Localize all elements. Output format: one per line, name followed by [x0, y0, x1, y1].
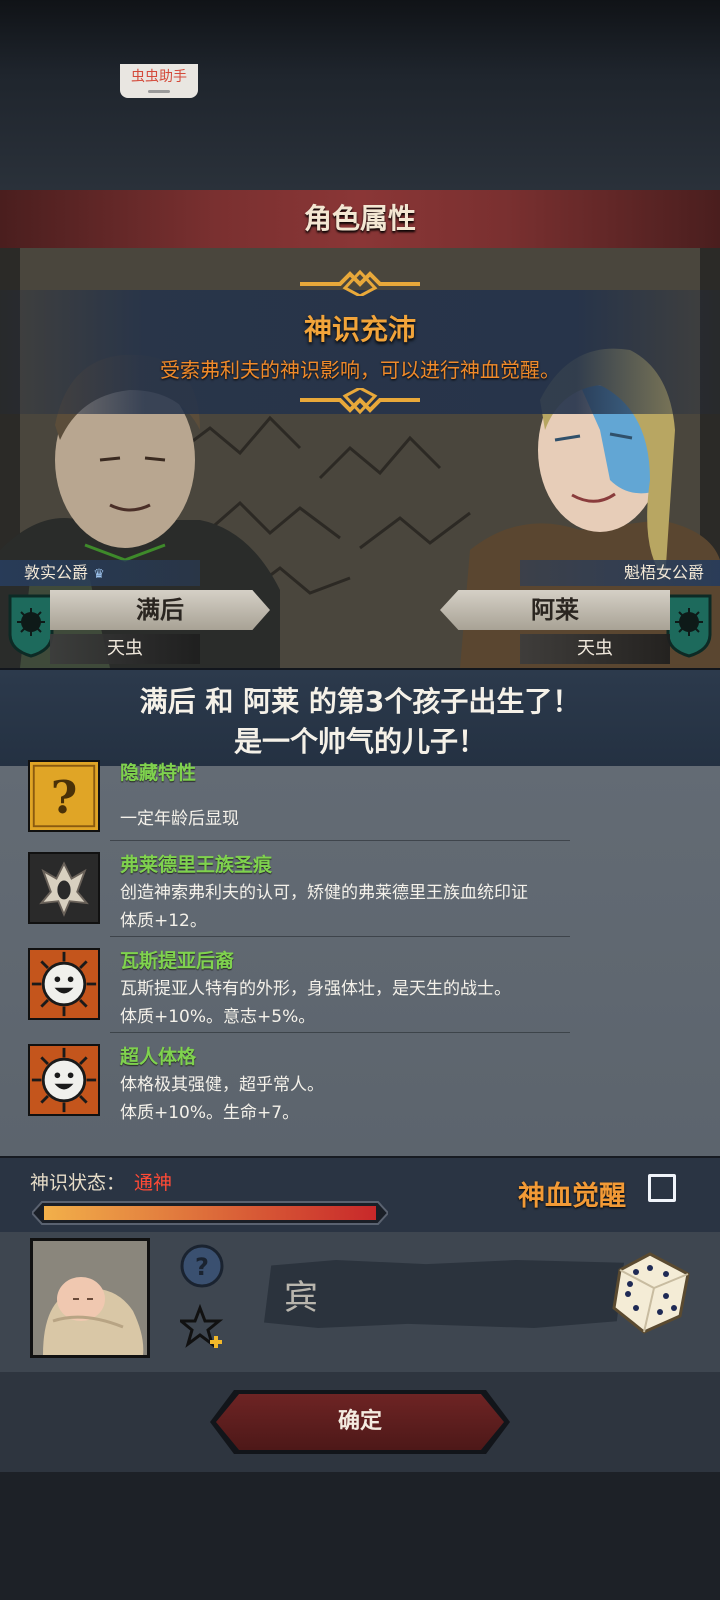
bloodline-awaken-checkbox[interactable]	[648, 1174, 676, 1202]
father-name: 满后	[136, 596, 184, 624]
father-rank-tag: 敦实公爵 ♛	[0, 560, 200, 586]
trait-list[interactable]: ? 隐藏特性 一定年龄后显现 弗莱德里王族圣痕 创造神索弗利夫的认可，矫健的弗莱…	[0, 760, 720, 1156]
divine-status-bar: 神识状态： 通神 神血觉醒	[0, 1156, 720, 1234]
divider	[110, 840, 570, 841]
notice-title: 神识充沛	[303, 313, 416, 346]
mother-subtitle: 天虫	[520, 634, 670, 664]
child-name-input[interactable]	[264, 1260, 624, 1328]
house-shield-icon[interactable]	[8, 594, 54, 658]
birth-announcement: 满后 和 阿莱 的第3个孩子出生了！ 是一个帅气的儿子！	[0, 668, 720, 768]
helper-floating-tag[interactable]: 虫虫助手	[120, 64, 198, 98]
status-value: 通神	[134, 1172, 173, 1194]
trait-description: 体格极其强健，超乎常人。	[120, 1075, 324, 1095]
trait-effect: 体质+10%。生命+7。	[120, 1103, 300, 1123]
ornament-top-icon	[300, 269, 420, 296]
smiling-sun-icon	[28, 1044, 100, 1116]
royal-stigma-icon	[28, 852, 100, 924]
mother-rank: 魁梧女公爵	[623, 563, 704, 582]
page-title: 角色属性	[303, 202, 416, 235]
svg-text:?: ?	[51, 770, 78, 824]
crown-icon: ♛	[93, 567, 105, 582]
mother-name-plate[interactable]: 阿莱	[440, 590, 670, 630]
bottom-area	[0, 1472, 720, 1600]
father-name-plate[interactable]: 满后	[50, 590, 270, 630]
trait-description: 瓦斯提亚人特有的外形，身强体壮，是天生的战士。	[120, 979, 511, 999]
bloodline-awaken-label: 神血觉醒	[518, 1181, 626, 1212]
question-mark-icon: ?	[28, 760, 100, 832]
father-subtitle: 天虫	[50, 634, 200, 664]
trait-description: 创造神索弗利夫的认可，矫健的弗莱德里王族血统印证	[120, 883, 528, 903]
help-icon[interactable]: ?	[180, 1244, 224, 1288]
trait-effect: 一定年龄后显现	[120, 809, 239, 829]
trait-effect: 体质+10%。意志+5%。	[120, 1007, 316, 1027]
divider	[110, 1032, 570, 1033]
drag-handle-icon	[148, 90, 170, 93]
trait-name: 超人体格	[120, 1046, 197, 1068]
helper-label: 虫虫助手	[131, 69, 187, 85]
house-shield-icon[interactable]	[666, 594, 712, 658]
svg-text:?: ?	[195, 1253, 209, 1281]
top-bar	[0, 0, 720, 190]
trait-name: 弗莱德里王族圣痕	[120, 854, 273, 876]
newborn-portrait[interactable]	[30, 1238, 150, 1358]
action-area: 确定	[0, 1372, 720, 1472]
confirm-label: 确定	[337, 1409, 382, 1434]
progress-fill	[44, 1206, 376, 1220]
child-name: 宾	[284, 1278, 318, 1318]
notice-band: 神识充沛 受索弗利夫的神识影响，可以进行神血觉醒。	[0, 269, 720, 415]
ornament-bottom-icon	[300, 388, 420, 415]
birth-message: 满后 和 阿莱 的第3个孩子出生了！	[139, 685, 581, 718]
random-name-dice-icon[interactable]	[610, 1250, 692, 1336]
trait-effect: 体质+12。	[120, 911, 207, 931]
mother-rank-tag: 魁梧女公爵	[520, 560, 720, 586]
notice-text: 受索弗利夫的神识影响，可以进行神血觉醒。	[160, 358, 560, 382]
newborn-panel: ? 宾	[0, 1232, 720, 1375]
status-label: 神识状态：	[30, 1172, 126, 1194]
title-banner: 角色属性	[0, 190, 720, 251]
trait-name: 瓦斯提亚后裔	[120, 950, 235, 972]
smiling-sun-icon	[28, 948, 100, 1020]
mother-name: 阿莱	[531, 596, 579, 624]
father-rank: 敦实公爵	[24, 563, 89, 582]
divider	[110, 936, 570, 937]
add-favorite-star-icon[interactable]	[180, 1304, 226, 1350]
birth-gender-message: 是一个帅气的儿子！	[233, 725, 486, 758]
trait-name: 隐藏特性	[120, 762, 197, 784]
divine-progress-bar	[32, 1201, 388, 1225]
